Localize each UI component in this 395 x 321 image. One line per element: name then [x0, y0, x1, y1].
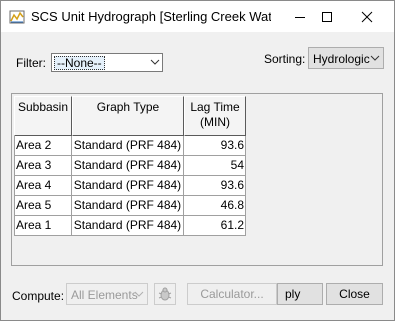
calculator-button[interactable]: Calculator...: [187, 283, 277, 305]
window-title: SCS Unit Hydrograph [Sterling Creek Wat.…: [31, 9, 271, 24]
dialog-window: SCS Unit Hydrograph [Sterling Creek Wat.…: [0, 0, 395, 321]
maximize-icon: [322, 11, 332, 22]
lag-time-cell[interactable]: 93.6: [184, 176, 246, 196]
compute-button[interactable]: [154, 283, 176, 305]
compute-label: Compute:: [12, 289, 65, 303]
close-button[interactable]: Close: [326, 283, 383, 305]
table-row[interactable]: Area 3 Standard (PRF 484) 54: [14, 156, 246, 176]
subbasin-table: Subbasin Graph Type Lag Time (MIN) Area …: [11, 93, 383, 266]
title-bar[interactable]: SCS Unit Hydrograph [Sterling Creek Wat.…: [1, 1, 394, 32]
subbasin-cell[interactable]: Area 5: [14, 196, 72, 216]
table-row[interactable]: Area 5 Standard (PRF 484) 46.8: [14, 196, 246, 216]
app-icon: [9, 10, 25, 24]
minimize-icon: [295, 16, 305, 18]
table-row[interactable]: Area 1 Standard (PRF 484) 61.2: [14, 216, 246, 236]
filter-label: Filter:: [16, 56, 46, 70]
subbasin-cell[interactable]: Area 1: [14, 216, 72, 236]
sorting-value: Hydrologic: [313, 52, 370, 66]
graph-type-cell[interactable]: Standard (PRF 484): [72, 196, 184, 216]
subbasin-cell[interactable]: Area 3: [14, 156, 72, 176]
sorting-label: Sorting:: [264, 52, 306, 66]
lag-time-cell[interactable]: 46.8: [184, 196, 246, 216]
maximize-button[interactable]: [308, 1, 346, 32]
graph-type-cell[interactable]: Standard (PRF 484): [72, 136, 184, 156]
chevron-down-icon: [134, 291, 144, 297]
column-header-graph-type[interactable]: Graph Type: [72, 96, 184, 136]
filter-dropdown[interactable]: --None--: [51, 53, 163, 72]
close-window-button[interactable]: [348, 1, 386, 32]
bug-icon: [158, 287, 172, 301]
chevron-down-icon: [370, 55, 380, 61]
graph-type-cell[interactable]: Standard (PRF 484): [72, 176, 184, 196]
close-icon: [361, 11, 373, 22]
table-row[interactable]: Area 2 Standard (PRF 484) 93.6: [14, 136, 246, 156]
column-header-subbasin[interactable]: Subbasin: [14, 96, 72, 136]
lag-time-cell[interactable]: 61.2: [184, 216, 246, 236]
compute-dropdown[interactable]: All Elements: [66, 283, 148, 305]
lag-time-cell[interactable]: 93.6: [184, 136, 246, 156]
subbasin-cell[interactable]: Area 4: [14, 176, 72, 196]
compute-value: All Elements: [71, 288, 138, 302]
graph-type-cell[interactable]: Standard (PRF 484): [72, 216, 184, 236]
sorting-dropdown[interactable]: Hydrologic: [308, 47, 384, 69]
filter-value: --None--: [54, 56, 105, 70]
table-row[interactable]: Area 4 Standard (PRF 484) 93.6: [14, 176, 246, 196]
subbasin-cell[interactable]: Area 2: [14, 136, 72, 156]
lag-time-cell[interactable]: 54: [184, 156, 246, 176]
chevron-down-icon: [150, 59, 160, 65]
column-header-lag-time[interactable]: Lag Time (MIN): [184, 96, 246, 136]
apply-button[interactable]: ply: [277, 283, 323, 305]
graph-type-cell[interactable]: Standard (PRF 484): [72, 156, 184, 176]
